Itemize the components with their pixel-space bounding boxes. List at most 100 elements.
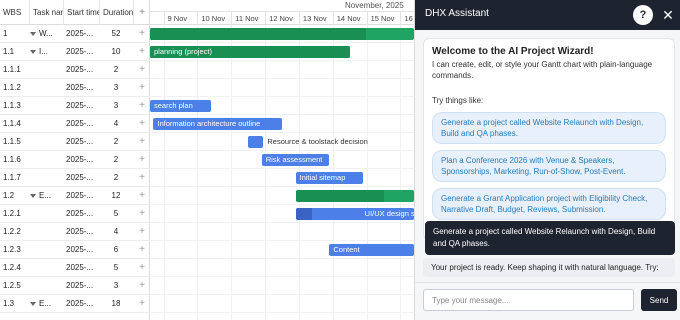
start-time-cell-text: 2025-... [66,47,94,56]
suggestion-chip[interactable]: Plan a Conference 2026 with Venue & Spea… [432,150,666,182]
chevron-down-icon[interactable] [30,193,36,198]
task-name-cell: E... [30,187,63,205]
add-subtask-button[interactable]: + [134,151,150,169]
add-subtask-button-text: + [139,136,145,147]
assistant-message: Your project is ready. Keep shaping it w… [423,258,675,277]
task-bar[interactable]: search plan [150,100,211,112]
task-bar[interactable]: Initial sitemap [295,172,364,184]
add-subtask-button-text: + [139,190,145,201]
add-subtask-button[interactable]: + [134,97,150,115]
task-name-cell [30,97,63,115]
table-row[interactable]: 1.2.4 2025-... 5 + [0,259,150,277]
table-row[interactable]: 1.2.2 2025-... 4 + [0,223,150,241]
start-time-cell: 2025-... [66,43,102,61]
add-subtask-button[interactable]: + [134,43,150,61]
add-subtask-button-text: + [139,262,145,273]
add-subtask-button[interactable]: + [134,133,150,151]
table-row[interactable]: 1.2 E... 2025-... 12 + [0,187,150,205]
summary-bar[interactable] [150,28,414,40]
wbs-cell: 1.1.3 [3,97,29,115]
task-bar[interactable]: Risk assessment [261,154,330,166]
suggestion-chip[interactable]: Generate a Grant Application project wit… [432,188,666,220]
wbs-cell-text: 1.2.1 [3,209,21,218]
wbs-cell: 1.2 [3,187,29,205]
summary-bar[interactable] [295,190,414,202]
add-subtask-button[interactable]: + [134,277,150,295]
wbs-cell: 1.1.2 [3,79,29,97]
table-row[interactable]: 1.1.3 2025-... 3 + [0,97,150,115]
task-name-cell-text: E... [39,299,52,308]
task-name-cell: W... [30,25,63,43]
add-subtask-button[interactable]: + [134,259,150,277]
chat-history[interactable]: Welcome to the AI Project Wizard! I can … [415,30,680,282]
chevron-down-icon[interactable] [30,301,36,306]
close-icon[interactable]: ✕ [659,4,677,26]
task-bar[interactable]: UI/UX design sprint [295,208,414,220]
message-input[interactable] [423,289,634,311]
start-time-cell: 2025-... [66,61,102,79]
add-subtask-button[interactable]: + [134,241,150,259]
start-time-cell-text: 2025-... [66,29,94,38]
duration-cell: 18 [102,295,130,313]
help-button[interactable]: ? [633,5,653,25]
column-header-duration[interactable]: Duration [100,0,134,25]
table-row[interactable]: 1.1.5 2025-... 2 + [0,133,150,151]
column-header-task-name[interactable]: Task name [30,0,64,25]
add-subtask-button[interactable]: + [134,169,150,187]
table-row[interactable]: 1.1 I... 2025-... 10 + [0,43,150,61]
table-row[interactable]: 1.1.7 2025-... 2 + [0,169,150,187]
table-row[interactable]: 1 W... 2025-... 52 + [0,25,150,43]
column-header-wbs[interactable]: WBS [0,0,30,25]
add-subtask-button[interactable]: + [134,25,150,43]
duration-cell: 3 [102,277,130,295]
table-row[interactable]: 1.1.6 2025-... 2 + [0,151,150,169]
start-time-cell-text: 2025-... [66,245,94,254]
duration-cell-text: 2 [113,137,119,146]
chevron-down-icon[interactable] [30,31,36,36]
table-row[interactable]: 1.1.2 2025-... 3 + [0,79,150,97]
table-row[interactable]: 1.2.5 2025-... 3 + [0,277,150,295]
duration-cell: 5 [102,259,130,277]
start-time-cell: 2025-... [66,277,102,295]
add-subtask-button[interactable]: + [134,79,150,97]
timeline-row [150,169,414,187]
start-time-cell-text: 2025-... [66,281,94,290]
task-name-cell [30,133,63,151]
add-subtask-button[interactable]: + [134,115,150,133]
wbs-cell-text: 1.1.7 [3,173,21,182]
table-row[interactable]: 1.3 E... 2025-... 18 + [0,295,150,313]
duration-cell-text: 52 [111,29,121,38]
add-subtask-button[interactable]: + [134,205,150,223]
wbs-cell-text: 1.1 [3,47,15,56]
table-row[interactable]: 1.1.1 2025-... 2 + [0,61,150,79]
duration-cell-text: 6 [113,245,119,254]
start-time-cell: 2025-... [66,205,102,223]
table-row[interactable]: 1.2.3 2025-... 6 + [0,241,150,259]
task-name-cell [30,205,63,223]
task-bar[interactable]: Information architecture outline [153,118,282,130]
wbs-cell-text: 1.1.5 [3,137,21,146]
add-subtask-button[interactable]: + [134,295,150,313]
table-row[interactable]: 1.2.1 2025-... 5 + [0,205,150,223]
wbs-cell-text: 1 [3,29,8,38]
chevron-down-icon[interactable] [30,49,36,54]
send-button[interactable]: Send [641,289,677,311]
add-subtask-button[interactable]: + [134,187,150,205]
add-subtask-button[interactable]: + [134,223,150,241]
table-row[interactable]: 1.1.4 2025-... 4 + [0,115,150,133]
bar-label: search plan [154,101,193,110]
task-bar[interactable]: Content [329,244,414,256]
add-subtask-button[interactable]: + [134,61,150,79]
duration-cell-text: 5 [113,263,119,272]
try-label: Try things like: [432,96,484,105]
task-bar[interactable] [248,136,264,148]
add-task-header-button[interactable]: + [134,0,150,25]
task-grid: WBS Task name Start time Duration + 1 W..… [0,0,150,320]
timeline-month-scale: November, 2025 [150,0,414,12]
start-time-cell-text: 2025-... [66,173,94,182]
start-time-cell-text: 2025-... [66,155,94,164]
user-message: Generate a project called Website Relaun… [425,221,675,255]
suggestion-chip[interactable]: Generate a project called Website Relaun… [432,112,666,144]
summary-bar[interactable]: planning (project) [150,46,350,58]
column-header-start-time[interactable]: Start time [64,0,100,25]
